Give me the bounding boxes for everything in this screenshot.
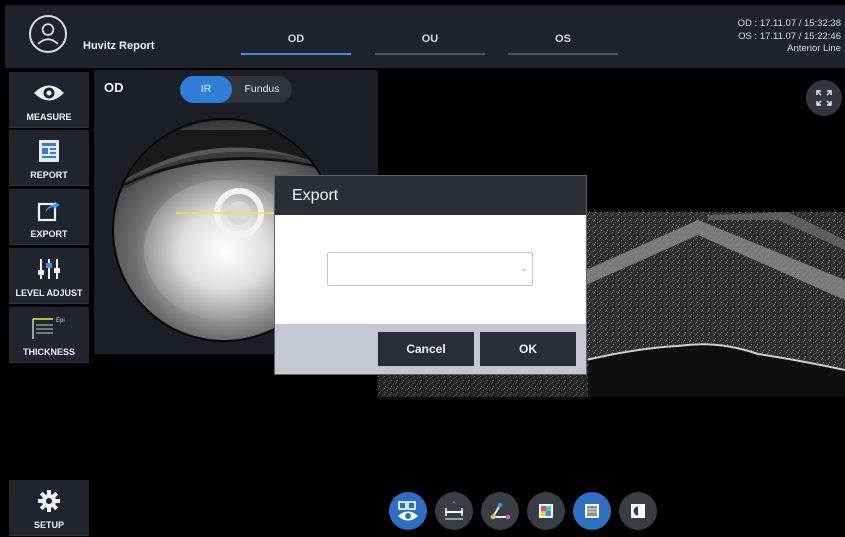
sidebar-item-label: SETUP: [33, 520, 64, 530]
scan-info-os: OS : 17.11.07 / 15:22:46: [738, 30, 841, 42]
sidebar-item-label: REPORT: [30, 170, 68, 180]
scan-info-type: Anterior Line: [787, 43, 841, 54]
tab-os[interactable]: OS: [508, 33, 618, 55]
tab-ou-label: OU: [421, 33, 439, 45]
ok-button[interactable]: OK: [480, 332, 576, 366]
scan-info: OD : 17.11.07 / 15:32:38 OS : 17.11.07 /…: [738, 18, 841, 56]
tool-angle[interactable]: [481, 492, 519, 530]
sidebar-item-level-adjust[interactable]: LEVEL ADJUST: [9, 248, 89, 304]
tool-thickness-map[interactable]: [573, 492, 611, 530]
tool-view-mode[interactable]: [389, 492, 427, 530]
tab-od-underline: [241, 53, 351, 55]
expand-icon: [816, 90, 832, 106]
export-format-select[interactable]: ⌄: [327, 252, 533, 286]
thickness-icon: Epi: [9, 315, 89, 341]
tab-od[interactable]: OD: [241, 33, 351, 55]
view-mode-icon: [398, 501, 418, 521]
user-avatar-icon[interactable]: [29, 15, 67, 53]
report-icon: [9, 138, 89, 164]
tool-color-map[interactable]: [527, 492, 565, 530]
mode-fundus-button[interactable]: Fundus: [232, 76, 292, 103]
dialog-title: Export: [275, 176, 586, 215]
panel-eye-label: OD: [104, 80, 124, 95]
tab-ou[interactable]: OU: [375, 33, 485, 55]
tab-os-underline: [508, 53, 618, 55]
tool-caliper[interactable]: [435, 492, 473, 530]
gear-icon: [9, 488, 89, 514]
sidebar-item-label: LEVEL ADJUST: [15, 288, 83, 298]
thickness-map-icon: [585, 504, 599, 518]
dialog-body: ⌄: [275, 215, 586, 324]
sidebar-item-measure[interactable]: MEASURE: [9, 72, 89, 128]
thickness-sub-label: Epi: [56, 318, 65, 324]
scan-info-od: OD : 17.11.07 / 15:32:38: [737, 18, 841, 29]
angle-icon: [490, 502, 511, 520]
contrast-icon: [631, 504, 645, 518]
tool-contrast[interactable]: [619, 492, 657, 530]
sidebar-item-report[interactable]: REPORT: [9, 130, 89, 186]
tab-od-label: OD: [287, 33, 305, 45]
app-title: Huvitz Report: [83, 40, 155, 52]
image-mode-toggle: IR Fundus: [180, 76, 292, 103]
mode-ir-button[interactable]: IR: [180, 76, 232, 103]
cancel-button[interactable]: Cancel: [378, 332, 474, 366]
export-dialog: Export ⌄ Cancel OK: [275, 176, 586, 374]
sliders-icon: [9, 256, 89, 282]
sidebar-item-label: MEASURE: [26, 112, 72, 122]
color-map-icon: [539, 504, 553, 518]
sidebar-item-label: THICKNESS: [22, 347, 75, 357]
tab-os-label: OS: [555, 33, 571, 45]
export-icon: [9, 197, 89, 223]
caliper-icon: [445, 501, 463, 520]
eye-icon: [9, 80, 89, 106]
sidebar: MEASURE REPORT EXPORT LEVEL ADJUST Epi T…: [5, 68, 90, 537]
sidebar-item-label: EXPORT: [30, 229, 68, 239]
tab-ou-underline: [375, 53, 485, 55]
sidebar-item-thickness[interactable]: Epi THICKNESS: [9, 307, 89, 363]
sidebar-item-setup[interactable]: SETUP: [9, 480, 89, 536]
dialog-footer: Cancel OK: [275, 324, 586, 374]
sidebar-item-export[interactable]: EXPORT: [9, 189, 89, 245]
chevron-down-icon: ⌄: [520, 263, 528, 273]
fullscreen-button[interactable]: [806, 80, 842, 116]
top-bar: Huvitz Report OD OU OS OD : 17.11.07 / 1…: [5, 5, 845, 68]
